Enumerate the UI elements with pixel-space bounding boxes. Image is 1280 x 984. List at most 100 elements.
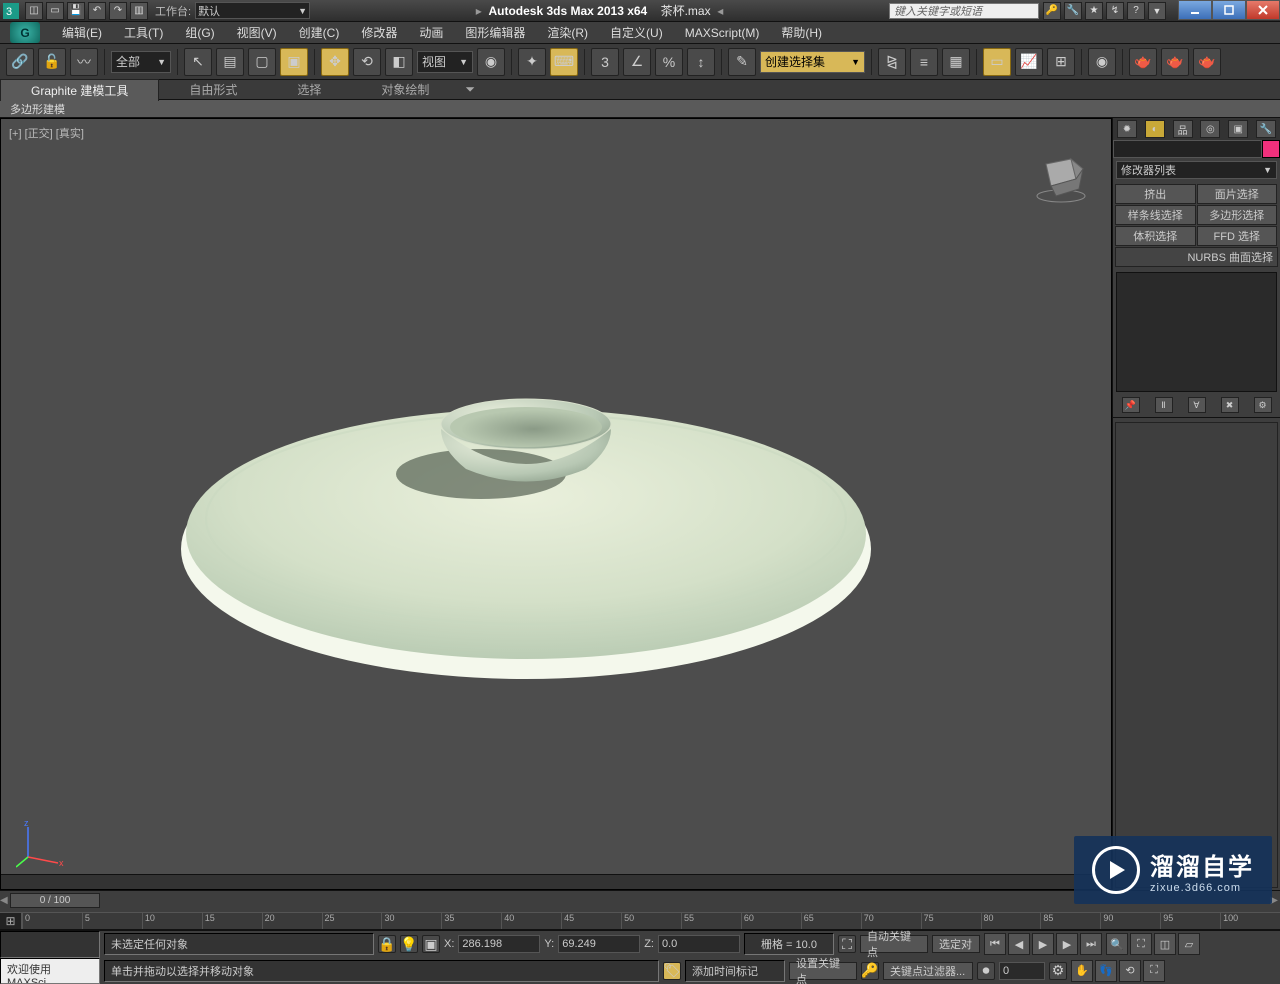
mod-spline-sel[interactable]: 样条线选择 [1115,205,1196,225]
key-filters-icon[interactable]: 🔑 [861,962,879,980]
modifier-list-dropdown[interactable]: 修改器列表▼ [1116,161,1277,179]
modifier-stack[interactable] [1116,272,1277,392]
mod-ffd-sel[interactable]: FFD 选择 [1197,226,1278,246]
timeline-ruler[interactable]: ⊞ 0 5 10 15 20 25 30 35 40 45 50 55 60 6… [0,912,1280,930]
mod-nurbs[interactable]: NURBS 曲面选择 [1115,247,1278,267]
hierarchy-tab-icon[interactable]: 品 [1173,120,1193,138]
set-key-button[interactable]: 设置关键点 [789,962,857,980]
ribbon-toggle-icon[interactable]: ▭ [983,48,1011,76]
select-rect-icon[interactable]: ▢ [248,48,276,76]
zoom-ext-icon[interactable]: ◫ [1154,933,1176,955]
pin-stack-icon[interactable]: 📌 [1122,397,1140,413]
question-icon[interactable]: ? [1127,2,1145,20]
fov-icon[interactable]: ▱ [1178,933,1200,955]
zoom-icon[interactable]: 🔍 [1106,933,1128,955]
display-tab-icon[interactable]: ▣ [1228,120,1248,138]
script-mini-2[interactable]: 欢迎使用 MAXSci [0,958,100,984]
maximize-button[interactable] [1212,0,1246,20]
angle-snap-icon[interactable]: ∠ [623,48,651,76]
pan-icon[interactable]: ✋ [1071,960,1093,982]
project-icon[interactable]: ▥ [130,2,148,20]
timetag-icon[interactable]: 🏷 [663,962,681,980]
app-menu-button[interactable]: G [10,22,40,43]
menu-animation[interactable]: 动画 [409,22,453,43]
menu-help[interactable]: 帮助(H) [771,22,832,43]
goto-start-icon[interactable]: ⏮ [984,933,1006,955]
rollout-area[interactable] [1115,422,1278,888]
key-mode-icon[interactable]: ⏺ [977,962,995,980]
prev-frame-icon[interactable]: ◀ [1008,933,1030,955]
manipulate-icon[interactable]: ✦ [518,48,546,76]
close-button[interactable] [1246,0,1280,20]
show-result-icon[interactable]: Ⅱ [1155,397,1173,413]
minimize-button[interactable] [1178,0,1212,20]
select-arrow-icon[interactable]: ↖ [184,48,212,76]
create-tab-icon[interactable]: ✹ [1117,120,1137,138]
max-viewport-icon[interactable]: ⛶ [1143,960,1165,982]
menu-customize[interactable]: 自定义(U) [600,22,673,43]
configure-icon[interactable]: ⚙ [1254,397,1272,413]
mod-extrude[interactable]: 挤出 [1115,184,1196,204]
menu-render[interactable]: 渲染(R) [537,22,598,43]
set-key-mode-icon[interactable]: ⊞ [5,914,15,928]
menu-maxscript[interactable]: MAXScript(M) [675,24,770,42]
render-icon[interactable]: 🫖 [1193,48,1221,76]
schematic-view-icon[interactable]: ⊞ [1047,48,1075,76]
coord-system-dropdown[interactable]: 视图▼ [417,51,473,73]
goto-end-icon[interactable]: ⏭ [1080,933,1102,955]
play-icon[interactable]: ▶ [1032,933,1054,955]
percent-snap-icon[interactable]: % [655,48,683,76]
menu-views[interactable]: 视图(V) [227,22,287,43]
new-file-icon[interactable]: ◫ [25,2,43,20]
mod-poly-sel[interactable]: 多边形选择 [1197,205,1278,225]
auto-key-button[interactable]: 自动关键点 [860,935,928,953]
view-cube[interactable] [1031,144,1091,204]
lock-selection-icon[interactable]: 🔒 [378,935,396,953]
workspace-dropdown[interactable]: 默认▼ [195,2,310,19]
object-name-input[interactable] [1113,140,1262,158]
next-frame-icon[interactable]: ▶ [1056,933,1078,955]
x-coord-input[interactable]: 286.198 [458,935,540,953]
menu-create[interactable]: 创建(C) [289,22,350,43]
modify-tab-icon[interactable]: ◐ [1145,120,1165,138]
move-icon[interactable]: ✥ [321,48,349,76]
undo-icon[interactable]: ↶ [88,2,106,20]
mirror-icon[interactable]: ⧎ [878,48,906,76]
star-icon[interactable]: ★ [1085,2,1103,20]
named-selection-dropdown[interactable]: 创建选择集▼ [760,51,865,73]
current-frame-input[interactable]: 0 [999,962,1045,980]
y-coord-input[interactable]: 69.249 [558,935,640,953]
comm-icon[interactable]: 🔑 [1043,2,1061,20]
time-tag-field[interactable]: 添加时间标记 [685,960,785,982]
script-mini-1[interactable] [0,931,100,958]
help-search-input[interactable]: 键入关键字或短语 [889,3,1039,19]
utilities-tab-icon[interactable]: 🔧 [1256,120,1276,138]
open-file-icon[interactable]: ▭ [46,2,64,20]
select-window-icon[interactable]: ▣ [280,48,308,76]
keyboard-shortcut-icon[interactable]: ⌨ [550,48,578,76]
pivot-icon[interactable]: ◉ [477,48,505,76]
make-unique-icon[interactable]: ∀ [1188,397,1206,413]
menu-edit[interactable]: 编辑(E) [52,22,112,43]
mod-vol-sel[interactable]: 体积选择 [1115,226,1196,246]
walk-icon[interactable]: 👣 [1095,960,1117,982]
coord-toggle-icon[interactable]: ▣ [422,935,440,953]
orbit-icon[interactable]: ⟲ [1119,960,1141,982]
scale-icon[interactable]: ◧ [385,48,413,76]
object-color-swatch[interactable] [1262,140,1280,158]
time-config-icon[interactable]: ⚙ [1049,962,1067,980]
viewport-label[interactable]: [+] [正交] [真实] [9,125,84,141]
selected-filter[interactable]: 选定对 [932,935,980,953]
ribbon-tab-freeform[interactable]: 自由形式 [159,79,267,100]
adaptive-degradation-icon[interactable]: ⛶ [838,935,856,953]
save-file-icon[interactable]: 💾 [67,2,85,20]
ribbon-tab-selection[interactable]: 选择 [267,79,351,100]
viewport-scrollbar-h[interactable] [1,874,1096,889]
motion-tab-icon[interactable]: ◎ [1200,120,1220,138]
link-icon[interactable]: 🔗 [6,48,34,76]
rotate-icon[interactable]: ⟲ [353,48,381,76]
remove-mod-icon[interactable]: ✖ [1221,397,1239,413]
ribbon-tab-graphite[interactable]: Graphite 建模工具 [0,79,159,101]
select-name-icon[interactable]: ▤ [216,48,244,76]
menu-graph[interactable]: 图形编辑器 [455,22,535,43]
